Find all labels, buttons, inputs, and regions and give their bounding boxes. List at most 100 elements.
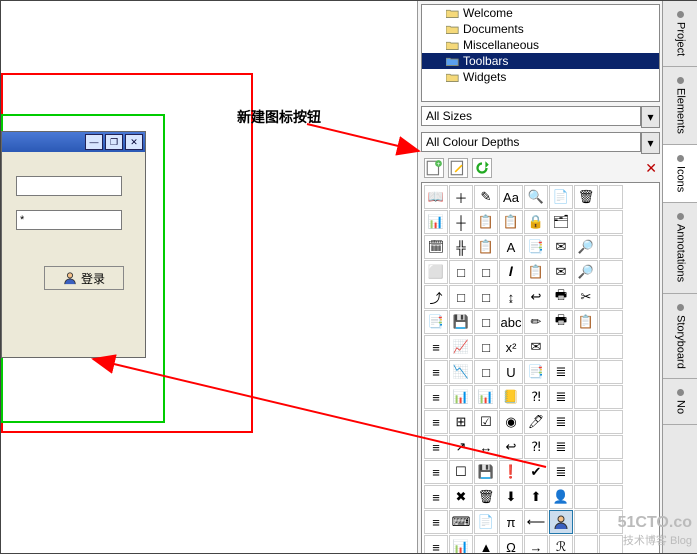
icon-cell[interactable]: 🔒 — [524, 210, 548, 234]
icon-grid[interactable]: 📖＋✎Aa🔍📄🗑📊┼📋📋🔒🗂🗓╬📋A📑✉🔎⬜□□𝑰📋✉🔎⤴□□↨↩🖶✂📑💾□ab… — [421, 182, 660, 554]
icon-cell[interactable]: ≡ — [424, 485, 448, 509]
icon-cell[interactable]: □ — [474, 360, 498, 384]
mock-window-titlebar[interactable]: — ❐ ✕ — [2, 132, 145, 152]
icon-cell[interactable]: ☐ — [449, 460, 473, 484]
icon-cell[interactable] — [574, 435, 598, 459]
edit-icon-button[interactable] — [448, 158, 468, 178]
icon-cell[interactable] — [599, 185, 623, 209]
icon-cell[interactable]: 📋 — [499, 210, 523, 234]
icon-cell[interactable]: □ — [449, 260, 473, 284]
icon-cell[interactable]: 📊 — [474, 385, 498, 409]
icon-cell[interactable]: 🗑 — [474, 485, 498, 509]
icon-cell[interactable] — [599, 260, 623, 284]
icon-cell[interactable]: ≣ — [549, 360, 573, 384]
size-filter-dropdown-button[interactable]: ▾ — [641, 106, 660, 128]
icon-cell[interactable]: ≡ — [424, 510, 448, 534]
icon-cell[interactable]: ⟵ — [524, 510, 548, 534]
icon-cell[interactable]: ✎ — [474, 185, 498, 209]
icon-cell[interactable]: A — [499, 235, 523, 259]
icon-cell[interactable]: 📑 — [424, 310, 448, 334]
icon-cell[interactable]: ╬ — [449, 235, 473, 259]
tree-item-documents[interactable]: Documents — [422, 21, 659, 37]
icon-cell[interactable]: π — [499, 510, 523, 534]
icon-cell[interactable]: ≡ — [424, 460, 448, 484]
icon-cell[interactable]: ✂ — [574, 285, 598, 309]
icon-cell[interactable]: ≣ — [549, 410, 573, 434]
category-tree[interactable]: WelcomeDocumentsMiscellaneousToolbarsWid… — [421, 4, 660, 102]
color-depth-combo[interactable] — [421, 132, 641, 152]
icon-cell[interactable] — [574, 210, 598, 234]
icon-cell[interactable]: ⬜ — [424, 260, 448, 284]
icon-cell[interactable]: 🔎 — [574, 260, 598, 284]
icon-cell[interactable]: ↗ — [449, 435, 473, 459]
icon-cell[interactable]: 📋 — [474, 210, 498, 234]
icon-cell[interactable]: 💾 — [449, 310, 473, 334]
icon-cell[interactable] — [599, 285, 623, 309]
icon-cell[interactable]: □ — [474, 310, 498, 334]
icon-cell[interactable]: → — [524, 535, 548, 554]
icon-cell[interactable]: 🗂 — [549, 210, 573, 234]
tree-item-miscellaneous[interactable]: Miscellaneous — [422, 37, 659, 53]
icon-cell[interactable]: 📖 — [424, 185, 448, 209]
tree-item-widgets[interactable]: Widgets — [422, 69, 659, 85]
icon-cell[interactable] — [599, 460, 623, 484]
icon-cell[interactable]: 📋 — [574, 310, 598, 334]
icon-cell[interactable] — [549, 510, 573, 534]
icon-cell[interactable]: ◉ — [499, 410, 523, 434]
icon-cell[interactable]: 🗓 — [424, 235, 448, 259]
icon-cell[interactable]: □ — [474, 285, 498, 309]
icon-cell[interactable]: 🖶 — [549, 310, 573, 334]
icon-cell[interactable]: ┼ — [449, 210, 473, 234]
icon-cell[interactable]: 📊 — [449, 385, 473, 409]
sidetab-no[interactable]: No — [663, 379, 697, 425]
icon-cell[interactable]: 𝑰 — [499, 260, 523, 284]
icon-cell[interactable]: ≣ — [549, 385, 573, 409]
tree-item-toolbars[interactable]: Toolbars — [422, 53, 659, 69]
icon-cell[interactable]: Ω — [499, 535, 523, 554]
icon-cell[interactable]: ⁈ — [524, 435, 548, 459]
sidetab-elements[interactable]: Elements — [663, 67, 697, 145]
icon-cell[interactable]: ⊞ — [449, 410, 473, 434]
icon-cell[interactable]: 🖊 — [524, 410, 548, 434]
icon-cell[interactable]: 📄 — [474, 510, 498, 534]
icon-cell[interactable] — [599, 210, 623, 234]
login-button[interactable]: 登录 — [44, 266, 124, 290]
icon-cell[interactable] — [574, 335, 598, 359]
icon-cell[interactable]: ≡ — [424, 410, 448, 434]
new-icon-button[interactable]: + — [424, 158, 444, 178]
icon-cell[interactable]: 📑 — [524, 235, 548, 259]
icon-cell[interactable]: ↩ — [499, 435, 523, 459]
delete-icon-button[interactable]: ✕ — [645, 160, 657, 177]
icon-cell[interactable]: ≡ — [424, 435, 448, 459]
icon-cell[interactable]: 📈 — [449, 335, 473, 359]
icon-cell[interactable] — [549, 335, 573, 359]
icon-cell[interactable]: ≣ — [549, 435, 573, 459]
icon-cell[interactable]: ⬇ — [499, 485, 523, 509]
icon-cell[interactable]: U — [499, 360, 523, 384]
icon-cell[interactable]: ✔ — [524, 460, 548, 484]
icon-cell[interactable]: ℛ — [549, 535, 573, 554]
icon-cell[interactable]: ↔ — [474, 435, 498, 459]
sidetab-annotations[interactable]: Annotations — [663, 203, 697, 293]
icon-cell[interactable] — [599, 385, 623, 409]
icon-cell[interactable]: ≡ — [424, 535, 448, 554]
icon-cell[interactable]: ↨ — [499, 285, 523, 309]
icon-cell[interactable]: □ — [474, 335, 498, 359]
icon-cell[interactable]: 📉 — [449, 360, 473, 384]
icon-cell[interactable]: 🔎 — [574, 235, 598, 259]
restore-button[interactable]: ❐ — [105, 134, 123, 150]
refresh-icon-button[interactable] — [472, 158, 492, 178]
icon-cell[interactable] — [574, 410, 598, 434]
icon-cell[interactable]: ✉ — [549, 260, 573, 284]
icon-cell[interactable]: 📑 — [524, 360, 548, 384]
icon-cell[interactable]: ▲ — [474, 535, 498, 554]
icon-cell[interactable]: 🔍 — [524, 185, 548, 209]
icon-cell[interactable]: ＋ — [449, 185, 473, 209]
icon-cell[interactable] — [574, 360, 598, 384]
password-field[interactable] — [16, 210, 122, 230]
icon-cell[interactable]: 📊 — [424, 210, 448, 234]
icon-cell[interactable]: 📊 — [449, 535, 473, 554]
icon-cell[interactable]: ≡ — [424, 385, 448, 409]
icon-cell[interactable]: ✉ — [549, 235, 573, 259]
icon-cell[interactable]: ☑ — [474, 410, 498, 434]
